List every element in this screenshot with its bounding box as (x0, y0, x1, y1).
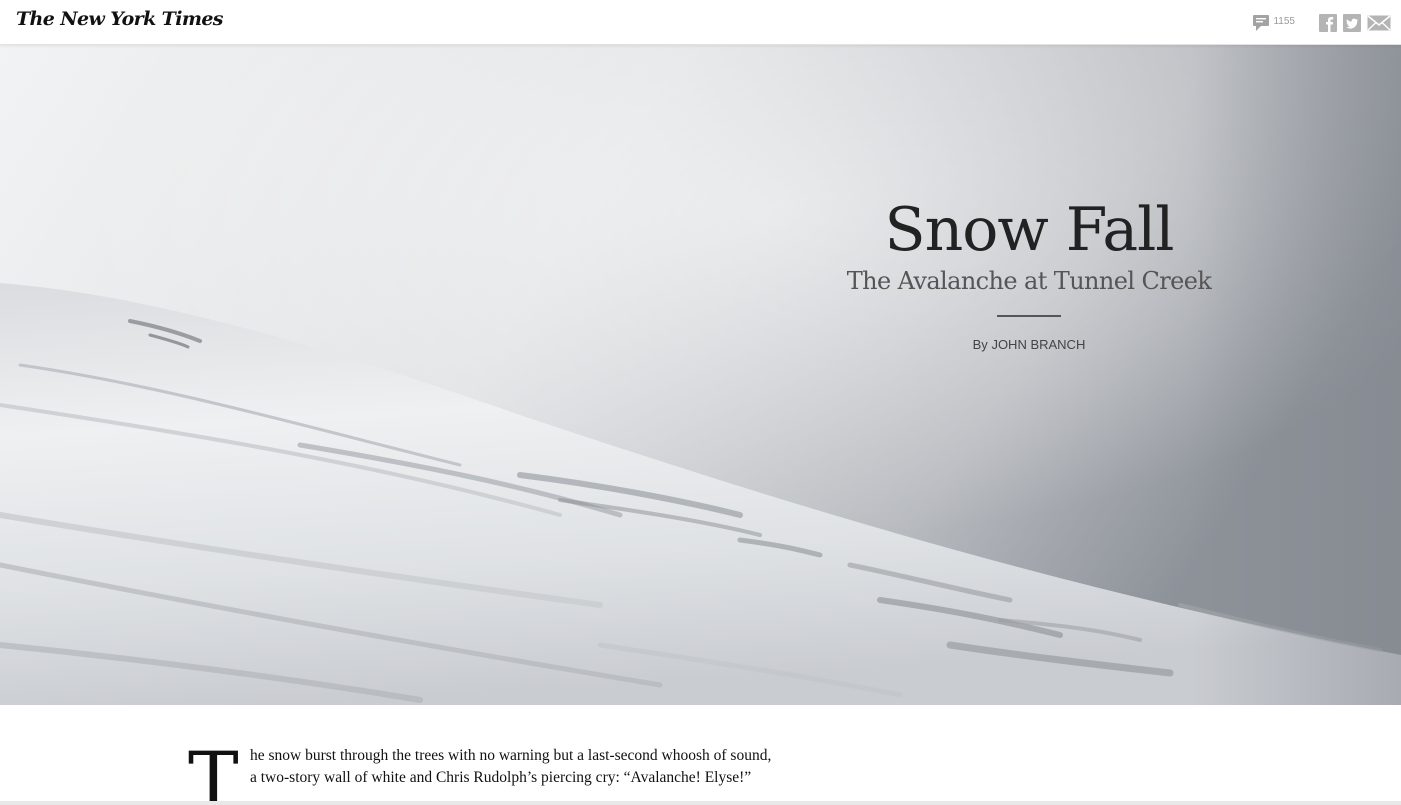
comments-button[interactable]: 1155 (1252, 14, 1295, 32)
byline: By JOHN BRANCH (829, 337, 1229, 352)
snow-slope-photo (0, 45, 1401, 705)
share-tools: 1155 (1252, 12, 1391, 34)
lede-paragraph: he snow burst through the trees with no … (250, 745, 890, 789)
author-name[interactable]: JOHN BRANCH (991, 337, 1085, 352)
subheadline: The Avalanche at Tunnel Creek (846, 267, 1212, 295)
drop-cap: T (188, 735, 239, 805)
title-block: Snow Fall The Avalanche at Tunnel Creek … (829, 200, 1229, 352)
facebook-icon[interactable] (1319, 14, 1337, 32)
lede-line: a two-story wall of white and Chris Rudo… (250, 769, 752, 786)
window-bottom-edge (0, 801, 1401, 805)
title-divider (997, 315, 1061, 318)
comment-count: 1155 (1273, 15, 1295, 27)
lede-line: he snow burst through the trees with no … (250, 747, 772, 764)
byline-prefix: By (972, 337, 988, 353)
twitter-icon[interactable] (1343, 14, 1361, 32)
hero-image: Snow Fall The Avalanche at Tunnel Creek … (0, 45, 1401, 705)
comment-bubble-icon (1252, 14, 1270, 32)
headline: Snow Fall (884, 195, 1174, 265)
top-navigation-bar: The New York Times 1155 (0, 0, 1401, 45)
email-icon[interactable] (1367, 14, 1391, 32)
nyt-logo[interactable]: The New York Times (16, 8, 224, 30)
